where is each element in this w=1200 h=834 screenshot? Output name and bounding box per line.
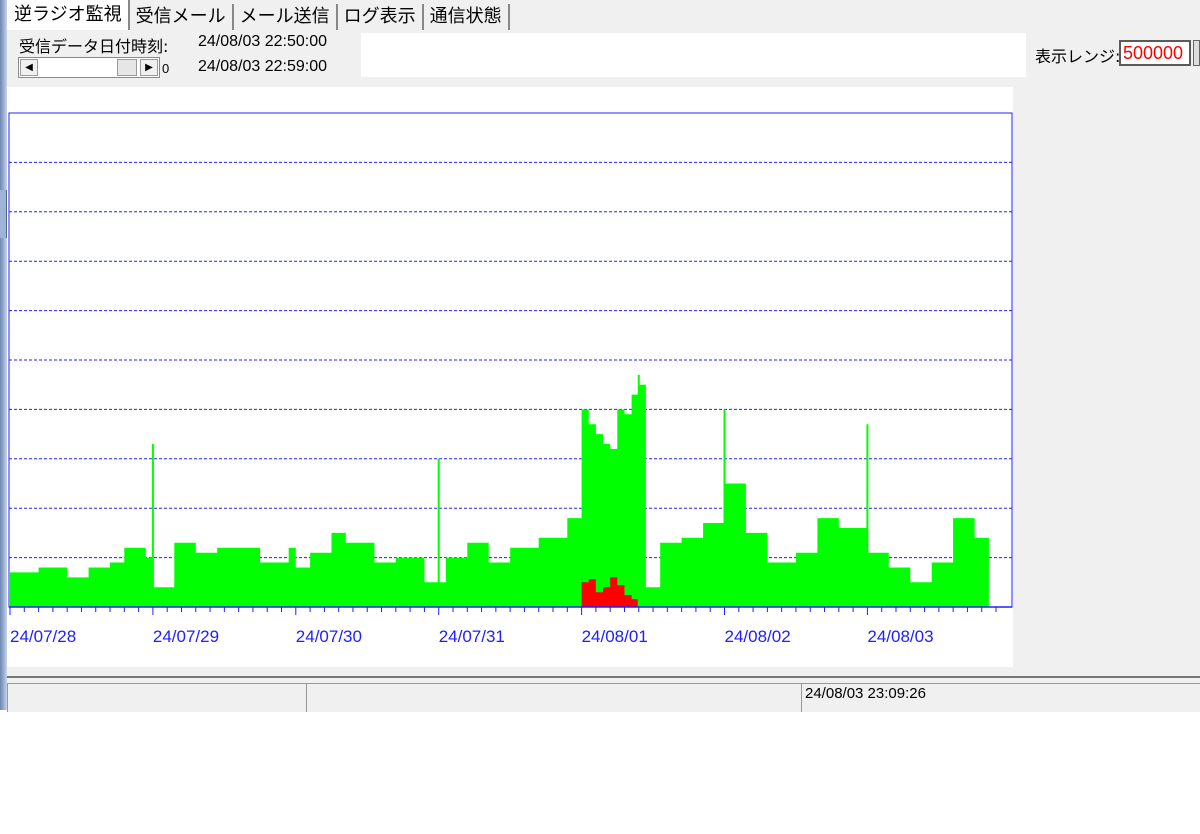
tab-send-mail[interactable]: メール送信 [233,4,338,30]
series-traffic-area [10,384,989,607]
status-time: 24/08/03 23:09:26 [805,685,926,702]
info-display-area [361,33,1026,77]
x-tick-label: 24/07/31 [439,627,505,646]
x-tick-label: 24/07/29 [153,627,219,646]
tab-received-mail[interactable]: 受信メール [129,4,234,30]
window-edge [0,0,7,710]
status-bar [7,676,1200,712]
tab-communication-status[interactable]: 通信状態 [423,4,510,30]
status-pane-2 [306,683,801,712]
scroll-right-icon[interactable]: ▶ [140,59,158,76]
receive-time-end: 24/08/03 22:59:00 [198,58,328,75]
display-range-value: 500000 [1123,43,1184,63]
display-range-button[interactable] [1193,40,1200,66]
tab-bar: 逆ラジオ監視 受信メール メール送信 ログ表示 通信状態 [7,0,510,30]
scroll-left-icon[interactable]: ◀ [20,59,38,76]
receive-datetime-label: 受信データ日付時刻: [19,37,169,56]
tab-reverse-radio-monitor[interactable]: 逆ラジオ監視 [7,0,130,30]
x-tick-label: 24/08/01 [582,627,648,646]
x-tick-label: 24/07/30 [296,627,362,646]
scroll-value: 0 [162,61,170,76]
window-edge-handle[interactable] [0,190,7,238]
x-tick-label: 24/08/02 [725,627,791,646]
display-range-label: 表示レンジ: [1035,47,1121,66]
x-tick-label: 24/08/03 [867,627,933,646]
x-tick-label: 24/07/28 [10,627,76,646]
receive-time-scrollbar[interactable]: ◀ ▶ [18,57,160,78]
display-range-input[interactable]: 500000 [1119,40,1191,66]
main-window: 逆ラジオ監視 受信メール メール送信 ログ表示 通信状態 受信データ日付時刻: … [0,0,1200,712]
traffic-chart: 24/07/28 24/07/29 24/07/30 24/07/31 24/08/01… [8,112,1013,646]
scroll-thumb[interactable] [117,59,137,76]
chart-panel: 24/07/28 24/07/29 24/07/30 24/07/31 24/08/01… [7,87,1013,667]
receive-time-start: 24/08/03 22:50:00 [198,33,328,50]
tab-log-view[interactable]: ログ表示 [337,4,424,30]
status-pane-1 [7,683,306,712]
